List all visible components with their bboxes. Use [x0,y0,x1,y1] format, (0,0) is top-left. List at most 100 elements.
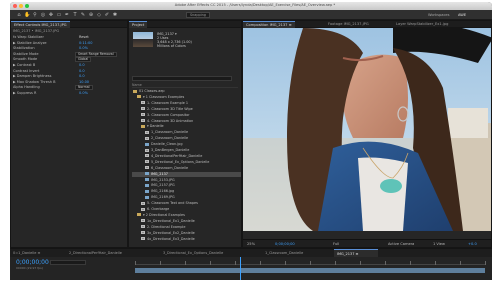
tab-timeline-img2137[interactable]: IMG_2137 ≡ [334,249,378,257]
project-item[interactable]: 3_DanBergen_Danielle [132,148,241,153]
tab-effect-controls[interactable]: Effect Controls IMG_2137.JPG [11,21,70,28]
effect-property-value[interactable]: 0.0 [79,74,85,79]
composition-image[interactable] [243,28,492,231]
composition-icon [141,107,145,111]
project-item[interactable]: 4_DirectionalPerfHair_Danielle [132,154,241,159]
views-dropdown[interactable]: 1 View [433,241,445,247]
project-item[interactable]: IMG_2166.jpg [132,189,241,194]
close-window-button[interactable] [13,4,17,8]
project-item[interactable]: IMG_2137 [132,171,241,177]
project-item-label: ▾ Danielle [147,124,164,129]
resolution-dropdown[interactable]: Full [333,241,339,247]
project-item-label: 5_Directional_Ex_Options_Danielle [151,159,210,164]
composition-icon [145,154,149,158]
effect-reset-link[interactable]: Reset [79,35,89,40]
workspace-awe[interactable]: AWE [458,12,466,18]
composition-icon [141,231,145,235]
eraser-icon[interactable]: ◇ [96,12,102,18]
time-ruler[interactable] [135,259,486,265]
minimize-window-button[interactable] [19,4,23,8]
project-item[interactable]: 2. Directional Example [132,224,241,230]
project-item-label: 3_DanBergen_Danielle [151,148,190,152]
camera-dropdown[interactable]: Active Camera [388,241,414,247]
project-item[interactable]: Danielle_Clean.jpg [132,142,241,147]
camera-icon[interactable]: ◎ [40,12,46,18]
project-item[interactable]: IMG_2169.JPG [132,195,241,200]
zoom-icon[interactable]: ⚲ [32,12,38,18]
effect-property-value[interactable]: 0.0% [79,91,88,96]
effect-property-value[interactable]: 0.0 [79,63,85,68]
anchor-icon[interactable]: ✥ [48,12,54,18]
effect-property-value[interactable]: 0.0% [79,46,88,51]
project-item[interactable]: 1x_Directional_Ex1_Danielle [132,218,241,224]
magnification-dropdown[interactable]: 25% [247,241,255,247]
tab-layer[interactable]: Layer WarpStabilizer_Ex1.jpg [393,21,451,28]
puppet-icon[interactable]: ✱ [112,12,118,18]
exposure-value[interactable]: +0.0 [468,241,477,247]
project-item[interactable]: 1_Classroom_Danielle [132,130,241,135]
project-item[interactable]: 3. Classroom Compositor [132,113,241,118]
project-item[interactable]: 5. Classroom Text and Shapes [132,201,241,206]
project-item-label: 1x_Directional_Ex1_Danielle [147,218,195,223]
tab-project[interactable]: Project [129,21,148,28]
effect-property-dropdown[interactable]: Normal [75,85,93,91]
tab-footage[interactable]: Footage IMG_2137.JPG [325,21,372,28]
effect-property-dropdown[interactable]: Smart Range Removal [75,51,117,57]
stamp-icon[interactable]: ⊕ [88,12,94,18]
project-item-label: 2. Classroom 3D Title Wipe [147,106,193,111]
tab-timeline-4[interactable]: 1_Classroom_Danielle [262,249,332,257]
project-item[interactable]: IMG_2153.JPG [132,178,241,183]
snapping-toggle[interactable]: Snapping [186,12,210,18]
effect-property-value[interactable]: 10.00 [79,80,89,85]
ruler-tick [285,261,286,265]
project-item[interactable]: 1. Classroom Example 1 [132,101,241,106]
effect-controls-subtitle: IMG_2137 • IMG_2137.JPG [13,29,60,33]
project-item[interactable]: 4. Classroom 3D Animation [132,119,241,124]
project-item-label: 2. Directional Example [147,224,186,229]
tab-timeline-1[interactable]: 0=1_Danielle ≡ [10,249,64,257]
roto-icon[interactable]: ✐ [104,12,110,18]
project-item[interactable]: ▾ 1 Classroom Examples [132,95,241,100]
tab-timeline-2[interactable]: 2_DirectionalPerfHair_Danielle [66,249,158,257]
workspaces-menu[interactable]: Workspaces [428,12,450,18]
tab-composition[interactable]: Composition IMG_2137 ≡ [243,21,295,28]
ruler-tick [260,261,261,265]
project-item-label: IMG_2169.JPG [151,195,175,200]
project-item[interactable]: 2_Classroom_Danielle [132,136,241,141]
project-item[interactable]: ▾ Danielle [132,124,241,129]
text-icon[interactable]: T [72,12,78,18]
project-item[interactable]: 01 Classes.aep [132,89,241,94]
project-item-label: 5. Classroom Text and Shapes [147,201,198,206]
rect-icon[interactable]: ▭ [56,12,62,18]
effect-property-dropdown[interactable]: Global [75,57,92,63]
project-search-input[interactable] [132,76,232,81]
timeline-panel: 0=1_Danielle ≡ 2_DirectionalPerfHair_Dan… [10,248,492,280]
effect-property-label: Stabilization [13,46,35,51]
playhead[interactable] [240,257,241,280]
effect-property-value[interactable]: 0:11:00 [79,41,93,46]
ruler-tick [210,261,211,265]
project-item[interactable]: 6. Overbarge [132,207,241,212]
tab-timeline-3[interactable]: 3_Directional_Ex_Options_Danielle [160,249,260,257]
effect-property-value[interactable]: 0.0 [79,69,85,74]
project-item[interactable]: ▾ 2 Directional Examples [132,213,241,218]
project-column-name[interactable]: Name [132,83,238,88]
viewer-timecode[interactable]: 0;00;00;00 [275,241,295,247]
project-item[interactable]: 2. Classroom 3D Title Wipe [132,106,241,112]
project-item-label: 4x_Directional_Ex3_Danielle [147,236,195,241]
project-item[interactable]: 4x_Directional_Ex3_Danielle [132,236,241,242]
ruler-tick [135,261,136,265]
timeline-timecode[interactable]: 0;00;00;00 [16,259,49,266]
pen-icon[interactable]: ✒ [64,12,70,18]
project-item[interactable]: 3x_Directional_Ex2_Danielle [132,231,241,236]
home-icon[interactable]: ⌂ [16,12,22,18]
hand-icon[interactable]: ✋ [24,12,30,18]
project-item[interactable]: 5_Directional_Ex_Options_Danielle [132,159,241,165]
zoom-window-button[interactable] [25,4,29,8]
brush-icon[interactable]: ✎ [80,12,86,18]
project-item[interactable]: 6_Classroom_Danielle [132,166,241,171]
timeline-search-input[interactable] [50,260,86,265]
layer-duration-bar[interactable] [135,268,485,273]
footage-icon [145,195,149,199]
project-item[interactable]: IMG_2157.JPG [132,183,241,188]
